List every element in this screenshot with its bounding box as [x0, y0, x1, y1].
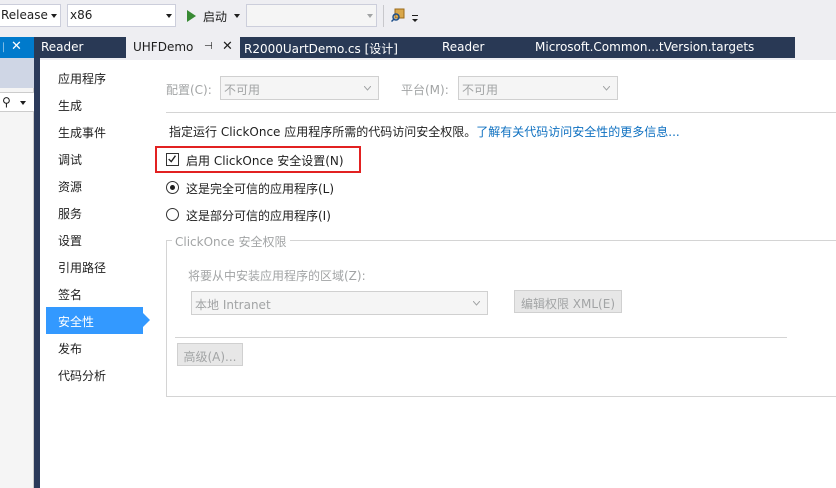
platform-dropdown-value: 不可用: [462, 83, 499, 97]
button-label: 高级(A)...: [183, 350, 237, 364]
nav-item-services[interactable]: 服务: [46, 199, 143, 226]
divider: [175, 337, 787, 338]
tab-label: Microsoft.Common...tVersion.targets: [535, 40, 755, 54]
configuration-dropdown: 不可用: [220, 76, 379, 100]
nav-item-label: 生成事件: [58, 126, 107, 140]
nav-item-label: 服务: [58, 207, 83, 221]
group-border-left: [166, 240, 167, 396]
platform-dropdown: 不可用: [458, 76, 618, 100]
start-button[interactable]: 启动: [203, 8, 227, 25]
nav-item-settings[interactable]: 设置: [46, 226, 143, 253]
tab-reader-1[interactable]: Reader: [34, 37, 126, 58]
search-icon: ⚲: [2, 95, 11, 109]
full-trust-label[interactable]: 这是完全可信的应用程序(L): [186, 180, 334, 197]
toolbar-overflow-icon[interactable]: [411, 10, 419, 24]
tab-targets[interactable]: Microsoft.Common...tVersion.targets: [528, 37, 795, 58]
security-description: 指定运行 ClickOnce 应用程序所需的代码访问安全权限。了解有关代码访问安…: [169, 123, 680, 140]
nav-item-label: 代码分析: [58, 369, 107, 383]
zone-dropdown: 本地 Intranet: [191, 291, 488, 315]
nav-item-label: 调试: [58, 153, 83, 167]
find-in-files-icon[interactable]: [391, 8, 405, 22]
nav-item-code-analysis[interactable]: 代码分析: [46, 361, 143, 388]
platform-combo[interactable]: x86: [67, 4, 176, 27]
tab-label: UHFDemo: [133, 40, 194, 54]
group-border-top: [166, 240, 172, 241]
nav-item-label: 发布: [58, 342, 83, 356]
tab-reader-2[interactable]: Reader: [435, 37, 528, 58]
pin-icon[interactable]: ᛁ: [0, 41, 7, 54]
nav-item-build-events[interactable]: 生成事件: [46, 118, 143, 145]
chevron-down-icon: [473, 301, 480, 306]
solution-explorer-pane: ᛁ ✕ ⚲: [0, 37, 34, 488]
pin-icon[interactable]: ⊣: [204, 41, 213, 52]
nav-item-resources[interactable]: 资源: [46, 172, 143, 199]
nav-item-label: 设置: [58, 234, 83, 248]
pane-search-box[interactable]: ⚲: [0, 92, 34, 112]
tab-uhfdemo[interactable]: UHFDemo ⊣ ✕: [126, 37, 240, 58]
zone-label: 将要从中安装应用程序的区域(Z):: [188, 269, 366, 283]
learn-more-link[interactable]: 了解有关代码访问安全性的更多信息...: [476, 125, 679, 139]
chevron-down-icon: [166, 14, 172, 18]
partial-trust-radio[interactable]: [166, 208, 179, 221]
chevron-down-icon: [603, 86, 610, 91]
chevron-down-icon[interactable]: [234, 14, 240, 18]
nav-selection-pointer: [143, 313, 150, 327]
description-text: 指定运行 ClickOnce 应用程序所需的代码访问安全权限。: [169, 125, 477, 139]
play-icon[interactable]: [187, 10, 196, 22]
chevron-down-icon: [367, 14, 373, 18]
toolbar: Release x86 启动: [0, 0, 836, 32]
pane-title-bar: ᛁ ✕: [0, 37, 34, 58]
permissions-group-label: ClickOnce 安全权限: [175, 235, 287, 249]
nav-item-label: 生成: [58, 99, 83, 113]
nav-item-build[interactable]: 生成: [46, 91, 143, 118]
tab-label: R2000UartDemo.cs [设计]: [244, 42, 398, 56]
nav-item-label: 资源: [58, 180, 83, 194]
configuration-combo[interactable]: Release: [0, 4, 61, 27]
nav-item-label: 安全性: [58, 315, 95, 329]
group-border-top: [290, 240, 836, 241]
close-icon[interactable]: ✕: [222, 39, 233, 54]
edit-permissions-xml-button: 编辑权限 XML(E): [514, 290, 622, 313]
platform-label: 平台(M):: [401, 83, 449, 97]
chevron-down-icon: [364, 86, 371, 91]
tab-label: Reader: [41, 40, 84, 54]
enable-clickonce-checkbox[interactable]: [166, 153, 179, 166]
close-icon[interactable]: ✕: [11, 39, 22, 54]
tab-label: Reader: [442, 40, 485, 54]
zone-dropdown-value: 本地 Intranet: [195, 298, 271, 312]
group-border-bottom: [166, 396, 836, 397]
configuration-label: 配置(C):: [166, 83, 212, 97]
nav-item-label: 应用程序: [58, 72, 107, 86]
divider: [166, 112, 836, 113]
enable-clickonce-label[interactable]: 启用 ClickOnce 安全设置(N): [186, 152, 344, 169]
nav-item-application[interactable]: 应用程序: [46, 64, 143, 91]
nav-item-publish[interactable]: 发布: [46, 334, 143, 361]
chevron-down-icon: [51, 14, 57, 18]
nav-item-label: 引用路径: [58, 261, 107, 275]
configuration-combo-value: Release: [1, 8, 48, 22]
toolbar-separator: [383, 5, 384, 27]
button-label: 编辑权限 XML(E): [520, 297, 616, 311]
advanced-button: 高级(A)...: [177, 343, 243, 366]
nav-item-security[interactable]: 安全性: [46, 307, 143, 334]
nav-item-signing[interactable]: 签名: [46, 280, 143, 307]
nav-item-debug[interactable]: 调试: [46, 145, 143, 172]
configuration-dropdown-value: 不可用: [224, 83, 261, 97]
full-trust-radio[interactable]: [166, 181, 179, 194]
chevron-down-icon[interactable]: [20, 101, 26, 105]
pane-toolbar: [0, 58, 34, 88]
tab-r2000uartdemo[interactable]: R2000UartDemo.cs [设计]: [240, 37, 435, 58]
tab-bar-empty: [795, 37, 836, 58]
nav-item-reference-paths[interactable]: 引用路径: [46, 253, 143, 280]
debug-target-combo[interactable]: [246, 4, 377, 27]
nav-item-label: 签名: [58, 288, 83, 302]
checkmark-icon: [168, 155, 177, 163]
platform-combo-value: x86: [70, 8, 93, 22]
partial-trust-label[interactable]: 这是部分可信的应用程序(I): [186, 207, 331, 224]
radio-selected-dot: [170, 185, 175, 190]
